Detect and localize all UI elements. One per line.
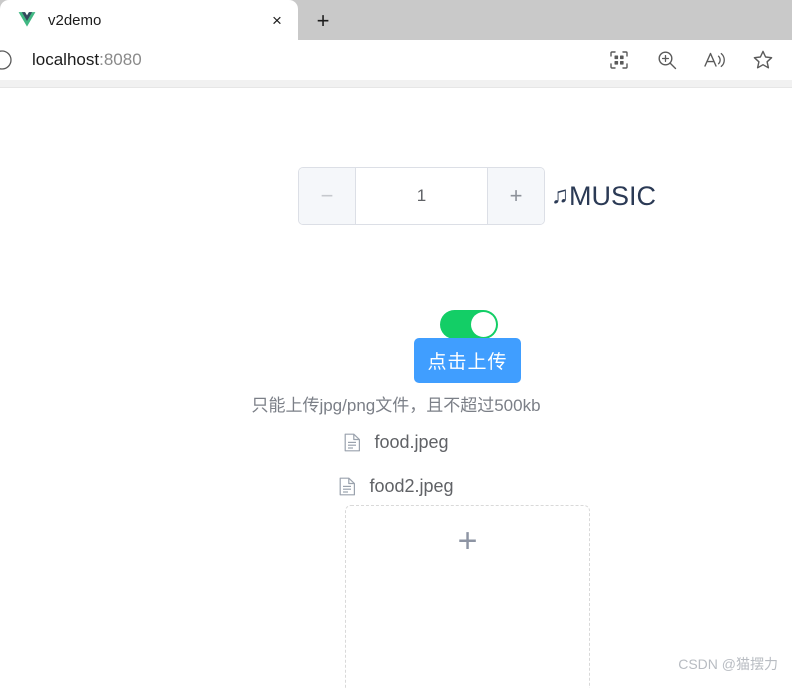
watermark-text: CSDN @猫摆力 (678, 656, 778, 672)
page-refresh-icon[interactable] (0, 49, 22, 71)
music-label: ♫ MUSIC (551, 181, 656, 212)
list-item[interactable]: food2.jpeg (0, 475, 792, 497)
upload-hint-text: 只能上传jpg/png文件，且不超过500kb (251, 396, 541, 415)
stepper-increment-button[interactable]: + (487, 168, 544, 224)
vue-logo-icon (18, 11, 36, 29)
url-input[interactable]: localhost:8080 (22, 50, 606, 70)
toggle-switch-knob (471, 312, 496, 337)
upload-dropzone[interactable]: + (345, 505, 590, 688)
split-screen-icon[interactable] (606, 47, 632, 73)
read-aloud-icon[interactable] (702, 47, 728, 73)
file-name: food.jpeg (374, 431, 449, 452)
music-note-icon: ♫ (551, 182, 569, 209)
upload-button[interactable]: 点击上传 (414, 338, 521, 383)
new-tab-button[interactable]: + (303, 4, 343, 38)
music-label-text: MUSIC (569, 180, 656, 211)
page-content: − 1 + ♫ MUSIC 点击上传 只能上传jpg/png文件，且不超过500k… (0, 88, 792, 688)
toggle-switch[interactable] (440, 310, 498, 339)
quantity-stepper-row: − 1 + ♫ MUSIC (298, 167, 656, 225)
quantity-stepper[interactable]: − 1 + (298, 167, 545, 225)
url-host: localhost (32, 50, 100, 69)
favorites-star-icon[interactable] (750, 47, 776, 73)
plus-icon: + (457, 522, 478, 560)
document-icon (343, 432, 361, 452)
address-bar: localhost:8080 (0, 40, 792, 80)
stepper-value-input[interactable]: 1 (356, 168, 487, 224)
zoom-search-icon[interactable] (654, 47, 680, 73)
file-name: food2.jpeg (369, 475, 454, 496)
chrome-separator (0, 80, 792, 88)
document-icon (338, 476, 356, 496)
browser-tab-v2demo[interactable]: v2demo × (0, 0, 298, 40)
list-item[interactable]: food.jpeg (0, 431, 792, 453)
tab-title: v2demo (48, 11, 102, 29)
tab-strip: v2demo × + (0, 0, 792, 40)
url-port: :8080 (99, 50, 142, 69)
close-icon[interactable]: × (264, 7, 290, 33)
browser-window: v2demo × + localhost:8080 − 1 + ♫ MUSIC … (0, 0, 792, 689)
toolbar-icons (606, 47, 782, 73)
stepper-decrement-button[interactable]: − (299, 168, 356, 224)
